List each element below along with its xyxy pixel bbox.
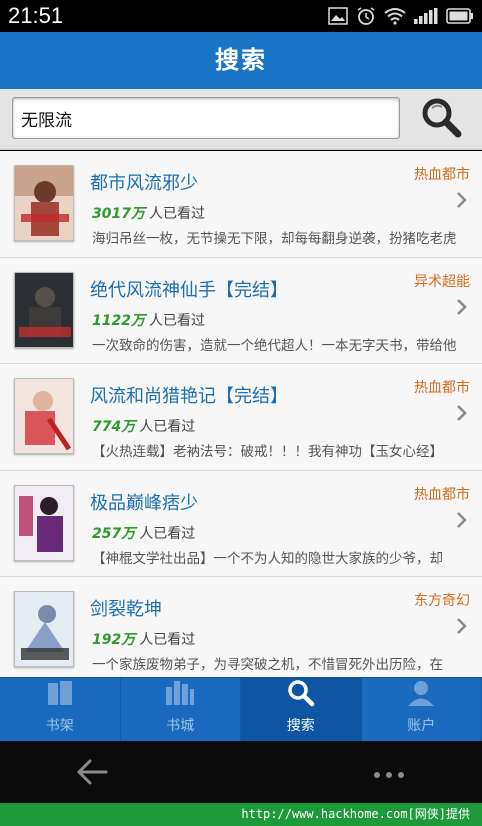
book-description: 一次致命的伤害，造就一个绝代超人！一本无字天书，带给他 bbox=[92, 337, 457, 354]
book-description: 一个家族废物弟子，为寻突破之机，不惜冒死外出历险，在 bbox=[92, 657, 443, 673]
book-cover bbox=[14, 484, 74, 561]
view-count-suffix: 人已看过 bbox=[148, 206, 205, 222]
image-notification-icon bbox=[328, 7, 348, 29]
page-title: 搜索 bbox=[0, 32, 482, 89]
status-icons bbox=[328, 6, 474, 30]
view-count: 257万 bbox=[92, 525, 136, 542]
back-button[interactable] bbox=[72, 755, 112, 793]
battery-icon bbox=[446, 8, 474, 28]
tab-label: 书架 bbox=[45, 718, 74, 734]
view-count-suffix: 人已看过 bbox=[148, 312, 205, 329]
status-time: 21:51 bbox=[8, 3, 64, 28]
chevron-right-icon bbox=[456, 191, 468, 213]
chevron-right-icon bbox=[456, 298, 468, 320]
book-cover bbox=[14, 591, 74, 667]
search-icon bbox=[286, 679, 316, 711]
book-description: 【火热连载】老衲法号：破戒！！！我有神功【玉女心经】 bbox=[92, 444, 443, 460]
book-cover bbox=[14, 165, 74, 241]
list-item[interactable]: 极品巅峰痞少 热血都市 257万 人已看过 【神棍文学社出品】一个不为人知的隐世大… bbox=[0, 470, 482, 577]
view-count-suffix: 人已看过 bbox=[139, 525, 196, 542]
book-cover bbox=[14, 271, 74, 348]
list-item[interactable]: 绝代风流神仙手【完结】 异术超能 1122万 人已看过 一次致命的伤害，造就一个绝… bbox=[0, 257, 482, 364]
book-category: 热血都市 bbox=[414, 167, 470, 183]
tab-search[interactable]: 搜索 bbox=[241, 678, 362, 741]
wifi-icon bbox=[384, 7, 406, 29]
chevron-right-icon bbox=[456, 617, 468, 639]
more-dots-icon bbox=[372, 765, 406, 784]
book-stats: 774万 人已看过 bbox=[92, 416, 195, 436]
bottom-nav: 书架 书城 搜索 账户 bbox=[0, 677, 482, 741]
search-bar bbox=[0, 89, 482, 150]
bookshelf-icon bbox=[45, 679, 75, 711]
tab-label: 搜索 bbox=[286, 718, 315, 734]
book-description: 海归吊丝一枚，无节操无下限，却每每翻身逆袭，扮猪吃老虎 bbox=[92, 231, 457, 247]
book-title: 风流和尚猎艳记【完结】 bbox=[90, 386, 288, 407]
book-category: 异术超能 bbox=[414, 273, 470, 290]
bookstore-icon bbox=[164, 679, 196, 711]
list-item[interactable]: 都市风流邪少 热血都市 3017万 人已看过 海归吊丝一枚，无节操无下限，却每每翻… bbox=[0, 151, 482, 258]
alarm-icon bbox=[356, 6, 376, 30]
view-count-suffix: 人已看过 bbox=[139, 632, 196, 648]
book-stats: 1122万 人已看过 bbox=[92, 310, 205, 330]
view-count: 3017万 bbox=[92, 206, 145, 222]
book-cover bbox=[14, 378, 74, 454]
view-count-suffix: 人已看过 bbox=[139, 419, 196, 435]
book-title: 绝代风流神仙手【完结】 bbox=[90, 279, 288, 301]
book-title: 剑裂乾坤 bbox=[90, 599, 162, 620]
search-results-list: 都市风流邪少 热血都市 3017万 人已看过 海归吊丝一枚，无节操无下限，却每每翻… bbox=[0, 151, 482, 677]
magnifier-icon bbox=[420, 96, 462, 142]
back-arrow-icon bbox=[72, 759, 112, 793]
list-item[interactable]: 风流和尚猎艳记【完结】 热血都市 774万 人已看过 【火热连载】老衲法号：破戒！… bbox=[0, 364, 482, 471]
book-category: 热血都市 bbox=[414, 380, 470, 396]
tab-label: 账户 bbox=[407, 718, 436, 734]
view-count: 192万 bbox=[92, 632, 136, 648]
book-title: 都市风流邪少 bbox=[90, 173, 198, 194]
menu-button[interactable] bbox=[372, 765, 406, 784]
list-item[interactable]: 剑裂乾坤 东方奇幻 192万 人已看过 一个家族废物弟子，为寻突破之机，不惜冒死外… bbox=[0, 577, 482, 677]
book-stats: 192万 人已看过 bbox=[92, 629, 195, 649]
book-stats: 3017万 人已看过 bbox=[92, 203, 205, 223]
view-count: 774万 bbox=[92, 419, 136, 435]
tab-bookshelf[interactable]: 书架 bbox=[0, 678, 121, 741]
chevron-right-icon bbox=[456, 511, 468, 533]
search-input[interactable] bbox=[12, 97, 400, 139]
view-count: 1122万 bbox=[92, 312, 145, 329]
book-category: 东方奇幻 bbox=[414, 593, 470, 609]
tab-account[interactable]: 账户 bbox=[362, 678, 482, 741]
book-stats: 257万 人已看过 bbox=[92, 523, 195, 543]
signal-icon bbox=[414, 8, 438, 28]
book-title: 极品巅峰痞少 bbox=[90, 492, 198, 514]
status-bar: 21:51 bbox=[0, 0, 482, 32]
book-description: 【神棍文学社出品】一个不为人知的隐世大家族的少爷，却 bbox=[92, 550, 443, 567]
book-category: 热血都市 bbox=[414, 486, 470, 503]
source-footer: http://www.hackhome.com[网侠]提供 bbox=[0, 803, 482, 826]
chevron-right-icon bbox=[456, 404, 468, 426]
account-icon bbox=[406, 679, 436, 711]
tab-bookstore[interactable]: 书城 bbox=[121, 678, 241, 741]
system-nav-bar bbox=[0, 741, 482, 803]
search-button[interactable] bbox=[412, 93, 470, 145]
tab-label: 书城 bbox=[166, 718, 195, 734]
